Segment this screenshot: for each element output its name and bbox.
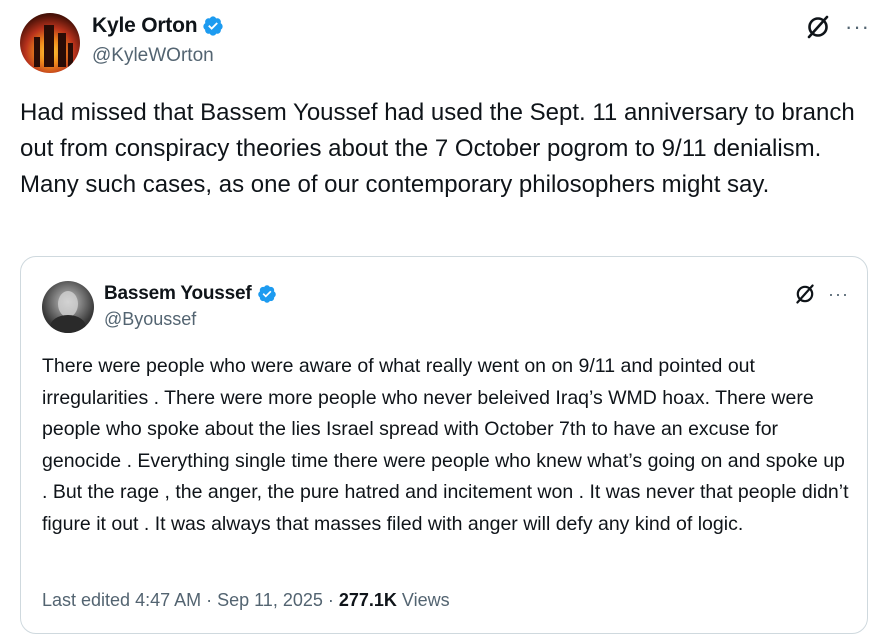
author-handle[interactable]: @KyleWOrton <box>92 45 214 67</box>
quoted-author-name[interactable]: Bassem Youssef <box>104 283 277 305</box>
quoted-author-handle[interactable]: @Byoussef <box>104 309 196 330</box>
quoted-author-avatar[interactable] <box>42 281 94 333</box>
more-options-icon[interactable]: ··· <box>845 16 870 38</box>
more-options-icon[interactable]: ··· <box>828 285 849 303</box>
verified-badge-icon <box>203 16 223 36</box>
quoted-tweet-actions: ··· <box>794 283 849 305</box>
quoted-tweet-text: There were people who were aware of what… <box>42 355 849 535</box>
verified-badge-icon <box>257 285 276 303</box>
author-avatar[interactable] <box>20 13 80 73</box>
author-name-text[interactable]: Kyle Orton <box>92 14 198 38</box>
tweet-text: Had missed that Bassem Youssef had used … <box>20 99 855 198</box>
views-label: Views <box>396 590 450 610</box>
author-name[interactable]: Kyle Orton <box>92 14 224 38</box>
grok-icon[interactable] <box>794 283 816 305</box>
quoted-tweet-card[interactable]: Bassem Youssef @Byoussef ··· There were … <box>20 256 868 634</box>
edited-timestamp[interactable]: Last edited 4:47 AM · Sep 11, 2025 · <box>42 590 339 610</box>
tweet-actions: ··· <box>805 14 870 40</box>
quoted-tweet-meta: Last edited 4:47 AM · Sep 11, 2025 · 277… <box>42 590 450 611</box>
grok-icon[interactable] <box>805 14 831 40</box>
quoted-author-name-text[interactable]: Bassem Youssef <box>104 283 252 305</box>
views-count: 277.1K <box>338 590 397 610</box>
